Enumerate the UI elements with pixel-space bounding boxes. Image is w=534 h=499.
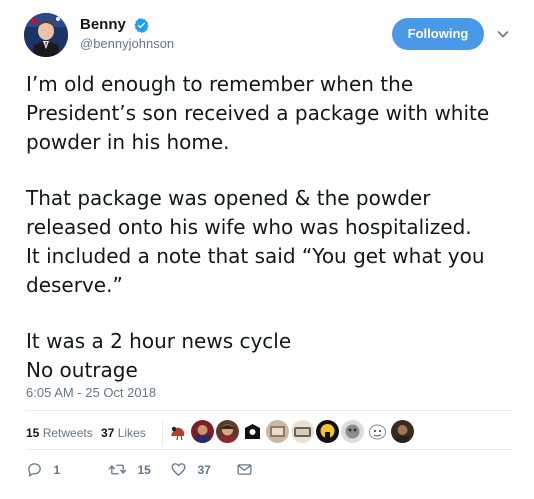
- tweet-line: deserve.”: [26, 273, 123, 297]
- reply-icon: [28, 463, 41, 477]
- user-name-block: Benny @bennyjohnson: [80, 16, 174, 53]
- tweet-line: No outrage: [26, 358, 138, 382]
- tweet-line: That package was opened & the powder: [26, 186, 431, 210]
- tweet-header: Benny @bennyjohnson Following: [24, 13, 514, 59]
- tweet-stats: 15 Retweets 37 Likes: [26, 417, 512, 447]
- tweet-line: powder in his home.: [26, 130, 230, 154]
- liker-avatar[interactable]: [241, 420, 264, 443]
- tweet-line: It included a note that said “You get wh…: [26, 244, 485, 268]
- retweet-count: 15: [137, 462, 151, 477]
- verified-badge-icon: [134, 17, 149, 33]
- tweet-line: It was a 2 hour news cycle: [26, 329, 292, 353]
- following-button[interactable]: Following: [392, 18, 484, 50]
- stats-separator: [162, 420, 163, 446]
- tweet-text: I’m old enough to remember when the Pres…: [26, 70, 526, 385]
- heart-icon: [171, 463, 186, 477]
- retweets-count: 15: [26, 426, 40, 440]
- liker-avatar[interactable]: [366, 420, 389, 443]
- tweet-line: I’m old enough to remember when the: [26, 72, 414, 96]
- like-count: 37: [197, 462, 211, 477]
- liker-avatar[interactable]: [316, 420, 339, 443]
- user-handle[interactable]: @bennyjohnson: [80, 35, 174, 53]
- like-button[interactable]: 37: [170, 461, 211, 479]
- tweet-line: released onto his wife who was hospitali…: [26, 215, 472, 239]
- liker-avatar[interactable]: [291, 420, 314, 443]
- retweet-button[interactable]: 15: [108, 461, 151, 479]
- likes-label: Likes: [117, 426, 146, 440]
- tweet-timestamp[interactable]: 6:05 AM - 25 Oct 2018: [26, 385, 156, 401]
- tweet-card: Benny @bennyjohnson Following I’m old en…: [0, 0, 534, 499]
- retweet-icon: [108, 464, 127, 475]
- divider: [26, 410, 512, 411]
- avatar[interactable]: [24, 13, 68, 57]
- chevron-down-icon[interactable]: [496, 27, 510, 41]
- avatar-image: [24, 13, 68, 57]
- tweet-line: President’s son received a package with …: [26, 101, 490, 125]
- liker-avatar[interactable]: [391, 420, 414, 443]
- envelope-icon: [237, 464, 252, 476]
- display-name[interactable]: Benny: [80, 16, 126, 34]
- likes-stat[interactable]: 37 Likes: [101, 425, 146, 441]
- liker-avatar[interactable]: [191, 420, 214, 443]
- retweets-stat[interactable]: 15 Retweets: [26, 425, 93, 441]
- divider: [26, 449, 512, 450]
- liker-avatar[interactable]: [216, 420, 239, 443]
- liker-avatar[interactable]: [266, 420, 289, 443]
- liker-avatar[interactable]: [341, 420, 364, 443]
- liker-avatar[interactable]: [166, 420, 189, 443]
- direct-message-button[interactable]: [236, 461, 253, 479]
- likes-count: 37: [101, 426, 115, 440]
- retweets-label: Retweets: [42, 426, 93, 440]
- reply-button[interactable]: 1: [26, 461, 60, 479]
- reply-count: 1: [53, 462, 61, 477]
- tweet-actions: 1 15 37: [26, 458, 512, 482]
